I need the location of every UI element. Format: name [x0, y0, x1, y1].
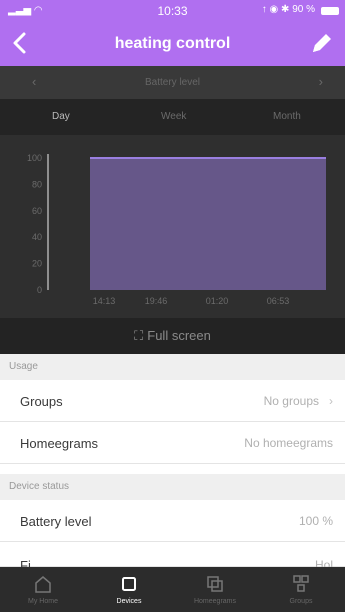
next-metric-arrow-icon[interactable]: › — [319, 74, 323, 89]
y-tick-label: 0 — [37, 285, 42, 295]
y-tick-label: 60 — [32, 206, 42, 216]
tab-day[interactable]: Day — [52, 111, 70, 122]
metric-label: Battery level — [144, 77, 201, 88]
fullscreen-icon: ⛶ — [134, 328, 144, 343]
chevron-right-icon: › — [329, 394, 333, 408]
x-tick-label: 01:20 — [206, 296, 229, 306]
groups-value-text: No groups — [263, 394, 319, 408]
x-tick-label: 19:46 — [145, 296, 168, 306]
metric-selector: ‹ Battery level › — [0, 66, 345, 99]
status-indicators: ↑ ◉ ✱ 90 % — [261, 4, 315, 15]
chart-panel: ‹ Battery level › Day Week Month 0 20 40 60… — [0, 66, 345, 354]
battery-level-label: Battery level — [20, 514, 92, 529]
battery-icon — [321, 7, 339, 15]
tab-week[interactable]: Week — [161, 111, 186, 122]
y-tick-label: 20 — [32, 259, 42, 269]
nav-bar: heating control — [0, 22, 345, 66]
x-tick-label: 06:53 — [267, 296, 290, 306]
page-title: heating control — [114, 35, 231, 52]
homeegrams-value: No homeegrams — [244, 436, 333, 450]
series-area — [90, 158, 326, 290]
period-tabs: Day Week Month — [0, 99, 345, 135]
homeegrams-icon — [207, 576, 223, 592]
section-device-status: Device status — [0, 474, 345, 500]
partial-row[interactable]: Fi Hol — [0, 542, 345, 573]
tab-groups-label: Groups — [289, 598, 313, 605]
battery-level-row[interactable]: Battery level 100 % — [0, 500, 345, 542]
battery-level-value: 100 % — [298, 514, 333, 528]
tab-devices[interactable]: Devices — [86, 567, 172, 612]
status-bar: ▂▃▅ ◠ 10:33 ↑ ◉ ✱ 90 % — [0, 0, 345, 22]
y-tick-label: 100 — [27, 153, 42, 163]
x-tick-label: 14:13 — [93, 296, 116, 306]
tab-my-home[interactable]: My Home — [0, 567, 86, 612]
tab-groups[interactable]: Groups — [258, 567, 344, 612]
groups-label: Groups — [20, 394, 63, 409]
groups-value: No groups › — [264, 394, 333, 408]
homeegrams-row[interactable]: Homeegrams No homeegrams — [0, 422, 345, 464]
groups-icon — [293, 575, 309, 592]
tab-homeegrams[interactable]: Homeegrams — [172, 567, 258, 612]
home-icon — [35, 576, 51, 593]
y-tick-label: 40 — [32, 232, 42, 242]
y-tick-label: 80 — [32, 179, 42, 189]
fullscreen-label: Full screen — [147, 328, 211, 343]
bottom-tab-bar: My Home Devices Homeegrams Groups — [0, 567, 345, 612]
section-usage: Usage — [0, 354, 345, 380]
edit-pencil-icon[interactable] — [309, 30, 335, 56]
fullscreen-button[interactable]: ⛶ Full screen — [0, 318, 345, 354]
tab-month[interactable]: Month — [273, 111, 301, 122]
homeegrams-label: Homeegrams — [20, 436, 99, 451]
battery-chart: 0 20 40 60 80 100 14:13 19:46 01:20 06:53 — [27, 153, 326, 306]
tab-devices-label: Devices — [116, 598, 142, 605]
tab-my-home-label: My Home — [28, 598, 58, 605]
devices-icon — [122, 577, 136, 591]
groups-row[interactable]: Groups No groups › — [0, 380, 345, 422]
tab-homeegrams-label: Homeegrams — [193, 598, 236, 605]
